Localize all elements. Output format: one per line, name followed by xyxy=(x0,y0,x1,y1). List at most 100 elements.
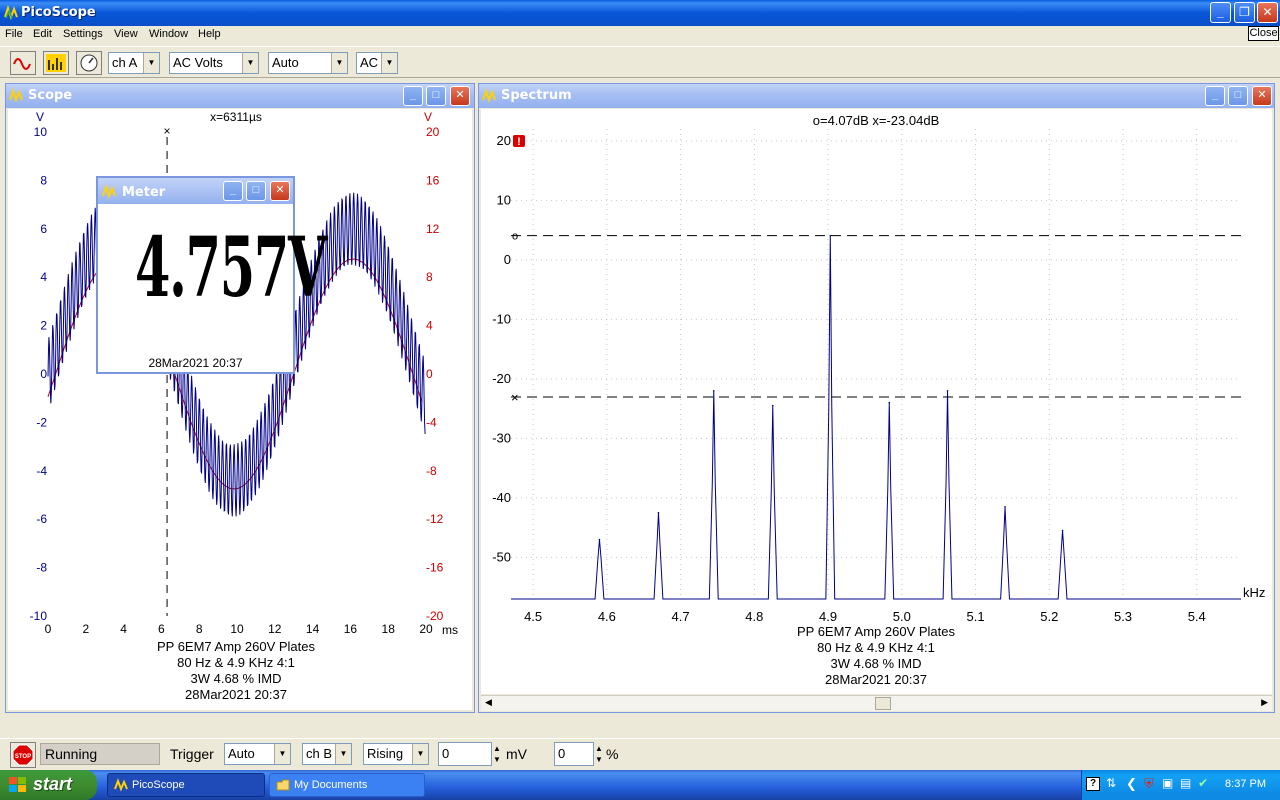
scope-wave-icon xyxy=(13,54,33,72)
scroll-right-icon[interactable]: ▶ xyxy=(1261,697,1268,708)
x-tick-label: 6 xyxy=(158,622,165,636)
trigger-label: Trigger xyxy=(170,746,214,762)
scope-minimize-button[interactable]: _ xyxy=(403,86,423,106)
start-button[interactable]: start xyxy=(0,770,97,800)
menu-view[interactable]: View xyxy=(114,28,138,40)
spin-arrows-icon[interactable]: ▲ ▼ xyxy=(593,743,605,765)
trigger-delay-input[interactable]: 0 ▲ ▼ xyxy=(554,742,603,766)
menu-help[interactable]: Help xyxy=(198,28,221,40)
spectrum-y-tick-label: -10 xyxy=(492,311,511,326)
menu-window[interactable]: Window xyxy=(149,28,188,40)
scope-titlebar[interactable]: Scope _ □ ✕ xyxy=(6,84,474,108)
spectrum-y-tick-label: 10 xyxy=(497,192,511,207)
display-icon[interactable]: ▣ xyxy=(1162,776,1173,790)
spectrum-cursor-x-marker: × xyxy=(511,390,519,405)
spectrum-x-tick-label: 5.1 xyxy=(967,609,985,624)
spectrum-chart[interactable]: o=4.07dB x=-23.04dB 20 10 0 -10 -20 -30 -40 -50 4… xyxy=(481,109,1272,694)
right-tick-label: -20 xyxy=(426,609,444,623)
spectrum-y-tick-label: 0 xyxy=(504,252,511,267)
spectrum-maximize-button[interactable]: □ xyxy=(1228,86,1248,106)
stop-button[interactable]: STOP xyxy=(10,742,36,768)
right-tick-label: -8 xyxy=(426,464,437,478)
trigger-level-input[interactable]: 0 ▲ ▼ xyxy=(438,742,501,766)
scroll-left-icon[interactable]: ◀ xyxy=(485,697,492,708)
x-tick-label: 16 xyxy=(344,622,358,636)
close-button[interactable]: ✕ xyxy=(1257,2,1278,23)
network-icon[interactable]: ⇅ xyxy=(1106,776,1116,790)
app-title: PicoScope xyxy=(21,5,96,20)
x-tick-label: 4 xyxy=(120,622,127,636)
meter-maximize-button[interactable]: □ xyxy=(246,181,266,201)
left-tick-label: -6 xyxy=(36,512,47,526)
x-tick-label: 0 xyxy=(45,622,52,636)
task-my-documents[interactable]: My Documents xyxy=(269,773,425,797)
scope-note-line: PP 6EM7 Amp 260V Plates xyxy=(157,639,316,654)
spectrum-window[interactable]: Spectrum _ □ ✕ o=4.07dB x=-23.04dB 20 10 0 -… xyxy=(478,83,1275,713)
range-select[interactable]: Auto ▼ xyxy=(268,52,348,74)
help-icon[interactable]: ? xyxy=(1086,777,1100,791)
updates-icon[interactable]: ✔ xyxy=(1198,776,1208,790)
scope-note-line: 3W 4.68 % IMD xyxy=(190,671,281,686)
spectrum-x-tick-label: 4.5 xyxy=(524,609,542,624)
chevron-down-icon: ▼ xyxy=(412,744,428,764)
security-shield-icon[interactable]: ⛨ xyxy=(1144,776,1154,792)
restore-button[interactable]: ❐ xyxy=(1234,2,1255,23)
meter-title: Meter xyxy=(122,185,166,200)
meter-reading: 4.757V xyxy=(135,220,327,316)
trigger-mode-select[interactable]: Auto ▼ xyxy=(224,743,291,765)
network-status-icon[interactable]: ▤ xyxy=(1180,776,1191,790)
trigger-edge-select[interactable]: Rising ▼ xyxy=(363,743,429,765)
picoscope-icon xyxy=(4,5,18,20)
start-label: start xyxy=(33,774,73,794)
spin-arrows-icon[interactable]: ▲ ▼ xyxy=(491,743,503,765)
menu-settings[interactable]: Settings xyxy=(63,28,103,40)
meter-minimize-button[interactable]: _ xyxy=(223,181,243,201)
spectrum-minimize-button[interactable]: _ xyxy=(1205,86,1225,106)
meter-window[interactable]: Meter _ □ ✕ 4.757V 28Mar2021 20:37 xyxy=(96,176,328,374)
picoscope-icon xyxy=(114,778,128,792)
spectrum-view-button[interactable] xyxy=(43,51,69,75)
scope-close-button[interactable]: ✕ xyxy=(450,86,470,106)
trigger-channel-value: ch B xyxy=(306,746,333,761)
spectrum-note-line: 28Mar2021 20:37 xyxy=(825,672,927,687)
app-titlebar[interactable]: PicoScope _ ❐ ✕ xyxy=(0,0,1280,26)
left-tick-label: -8 xyxy=(36,561,47,575)
x-tick-label: 12 xyxy=(268,622,282,636)
meter-close-button[interactable]: ✕ xyxy=(270,181,290,201)
scope-view-button[interactable] xyxy=(10,51,36,75)
spectrum-x-tick-label: 5.3 xyxy=(1114,609,1132,624)
meter-titlebar[interactable]: Meter _ □ ✕ xyxy=(98,178,293,204)
spectrum-scrollbar[interactable]: ◀ ▶ xyxy=(481,695,1272,711)
coupling-select[interactable]: AC ▼ xyxy=(356,52,398,74)
trigger-delay-value: 0 xyxy=(558,746,566,761)
trigger-channel-select[interactable]: ch B ▼ xyxy=(302,743,352,765)
task-picoscope-label: PicoScope xyxy=(132,779,185,791)
system-tray: ? ⇅ ❮ ⛨ ▣ ▤ ✔ 8:37 PM xyxy=(1081,770,1280,800)
spectrum-close-button[interactable]: ✕ xyxy=(1252,86,1272,106)
mode-select[interactable]: AC Volts ▼ xyxy=(169,52,259,74)
channel-select-value: ch A xyxy=(112,55,138,70)
right-axis-unit: V xyxy=(424,110,432,124)
scope-maximize-button[interactable]: □ xyxy=(426,86,446,106)
menu-file[interactable]: File xyxy=(5,28,23,40)
range-select-value: Auto xyxy=(272,55,299,70)
spectrum-note-line: 3W 4.68 % IMD xyxy=(830,656,921,671)
taskbar: start PicoScope My Documents ? ⇅ ❮ ⛨ ▣ ▤… xyxy=(0,770,1280,800)
spectrum-plot-area[interactable]: o=4.07dB x=-23.04dB 20 10 0 -10 -20 -30 -40 -50 4… xyxy=(481,109,1272,694)
spectrum-note-line: PP 6EM7 Amp 260V Plates xyxy=(797,624,956,639)
windows-logo-icon xyxy=(9,777,26,792)
spectrum-x-tick-label: 4.9 xyxy=(819,609,837,624)
scope-cursor-marker: × xyxy=(164,124,171,138)
task-picoscope[interactable]: PicoScope xyxy=(107,773,265,797)
channel-select[interactable]: ch A ▼ xyxy=(108,52,160,74)
spectrum-titlebar[interactable]: Spectrum _ □ ✕ xyxy=(479,84,1274,108)
minimize-button[interactable]: _ xyxy=(1210,2,1231,23)
spectrum-peak-point xyxy=(1061,529,1064,532)
level-unit: mV xyxy=(506,746,527,762)
spectrum-y-tick-label: -20 xyxy=(492,371,511,386)
spectrum-y-tick-label: -50 xyxy=(492,549,511,564)
scrollbar-thumb[interactable] xyxy=(875,697,891,710)
collapse-tray-icon[interactable]: ❮ xyxy=(1126,776,1137,792)
menu-edit[interactable]: Edit xyxy=(33,28,52,40)
meter-view-button[interactable] xyxy=(76,51,102,75)
